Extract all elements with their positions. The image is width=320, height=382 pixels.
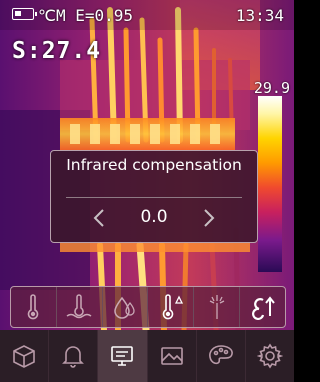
bell-icon	[62, 346, 85, 368]
humidity-button[interactable]	[103, 287, 149, 327]
dialog-title: Infrared compensation	[66, 156, 242, 174]
menu-display-button[interactable]	[98, 330, 148, 382]
menu-settings-button[interactable]	[246, 330, 294, 382]
dialog-divider	[66, 197, 242, 198]
image-icon	[160, 347, 183, 365]
thermal-camera-screen: ℃M E=0.95 13:34 S:27.4 29.9 Infrared com…	[0, 0, 294, 382]
infrared-compensation-dialog: Infrared compensation 0.0	[50, 150, 258, 243]
function-toolbar	[10, 286, 286, 328]
ambient-temperature-icon	[66, 294, 92, 319]
chevron-right-icon	[204, 209, 215, 227]
battery-level-fill	[15, 11, 21, 16]
palette-icon	[208, 345, 233, 365]
infrared-sensor-button[interactable]	[194, 287, 241, 327]
thermometer-delta-icon	[162, 294, 183, 320]
measurement-mode-readout: ℃M E=0.95	[38, 6, 134, 25]
increase-value-button[interactable]	[199, 206, 219, 230]
main-menu-bar	[0, 330, 294, 382]
temperature-delta-button[interactable]	[148, 287, 195, 327]
monitor-icon	[111, 346, 134, 366]
gear-icon	[256, 343, 283, 369]
thermometer-icon	[28, 294, 39, 320]
compensation-value: 0.0	[140, 207, 168, 227]
menu-box-button[interactable]	[0, 330, 50, 382]
box-icon	[13, 345, 35, 368]
humidity-icon	[114, 296, 135, 319]
battery-icon	[12, 8, 37, 20]
menu-alarm-button[interactable]	[49, 330, 99, 382]
emissivity-button[interactable]	[240, 287, 285, 327]
menu-image-button[interactable]	[148, 330, 197, 382]
spot-temperature-reading: S:27.4	[12, 38, 102, 64]
color-scale-bar	[258, 96, 282, 272]
menu-palette-button[interactable]	[197, 330, 246, 382]
infrared-sensor-icon	[209, 295, 225, 319]
clock: 13:34	[235, 6, 284, 25]
scale-max-value: 29.9	[253, 79, 290, 97]
ambient-temperature-button[interactable]	[57, 287, 103, 327]
thermometer-button[interactable]	[11, 287, 57, 327]
emissivity-icon	[251, 296, 275, 320]
